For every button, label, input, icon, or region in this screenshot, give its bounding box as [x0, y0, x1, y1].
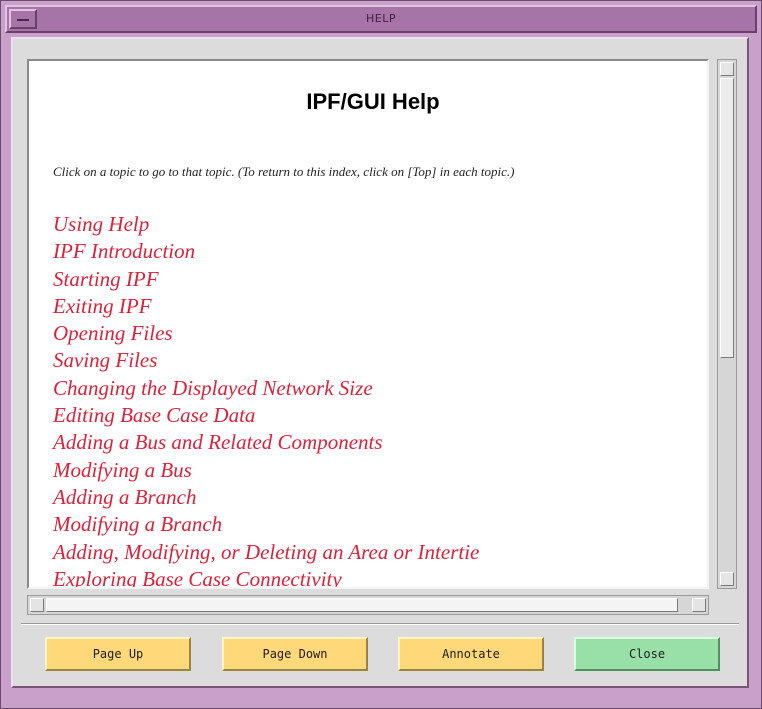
- topic-link[interactable]: Editing Base Case Data: [53, 402, 479, 429]
- topic-link[interactable]: Saving Files: [53, 347, 479, 374]
- vertical-scroll-thumb[interactable]: [720, 78, 734, 358]
- page-up-button[interactable]: Page Up: [45, 637, 191, 671]
- topic-link[interactable]: Exiting IPF: [53, 293, 479, 320]
- page-title: IPF/GUI Help: [306, 89, 440, 114]
- topic-link[interactable]: Opening Files: [53, 320, 479, 347]
- title-bar[interactable]: HELP: [5, 5, 757, 33]
- topic-link[interactable]: Adding a Branch: [53, 484, 479, 511]
- topic-link[interactable]: Adding, Modifying, or Deleting an Area o…: [53, 539, 479, 566]
- page-down-button[interactable]: Page Down: [222, 637, 368, 671]
- topic-link[interactable]: Exploring Base Case Connectivity: [53, 566, 479, 587]
- vertical-scrollbar[interactable]: [717, 59, 737, 589]
- annotate-button[interactable]: Annotate: [398, 637, 544, 671]
- arrow-right-icon[interactable]: [692, 598, 706, 612]
- horizontal-scroll-thumb[interactable]: [46, 598, 678, 612]
- help-client-area: IPF/GUI Help Click on a topic to go to t…: [11, 37, 749, 688]
- topic-link[interactable]: IPF Introduction: [53, 238, 479, 265]
- topic-list: Using Help IPF Introduction Starting IPF…: [53, 211, 479, 587]
- window-title: HELP: [366, 12, 396, 25]
- help-document-view[interactable]: IPF/GUI Help Click on a topic to go to t…: [27, 59, 709, 589]
- help-window: HELP IPF/GUI Help Click on a topic to go…: [0, 0, 762, 709]
- topic-link[interactable]: Modifying a Branch: [53, 511, 479, 538]
- topic-link[interactable]: Changing the Displayed Network Size: [53, 375, 479, 402]
- horizontal-scrollbar[interactable]: [27, 595, 709, 615]
- divider: [21, 623, 739, 625]
- close-button[interactable]: Close: [574, 637, 720, 671]
- topic-link[interactable]: Modifying a Bus: [53, 457, 479, 484]
- topic-link[interactable]: Adding a Bus and Related Components: [53, 429, 479, 456]
- topic-link[interactable]: Starting IPF: [53, 266, 479, 293]
- arrow-left-icon[interactable]: [30, 598, 44, 612]
- arrow-up-icon[interactable]: [720, 62, 734, 76]
- instructions-text: Click on a topic to go to that topic. (T…: [53, 164, 515, 179]
- arrow-down-icon[interactable]: [720, 572, 734, 586]
- topic-link[interactable]: Using Help: [53, 211, 479, 238]
